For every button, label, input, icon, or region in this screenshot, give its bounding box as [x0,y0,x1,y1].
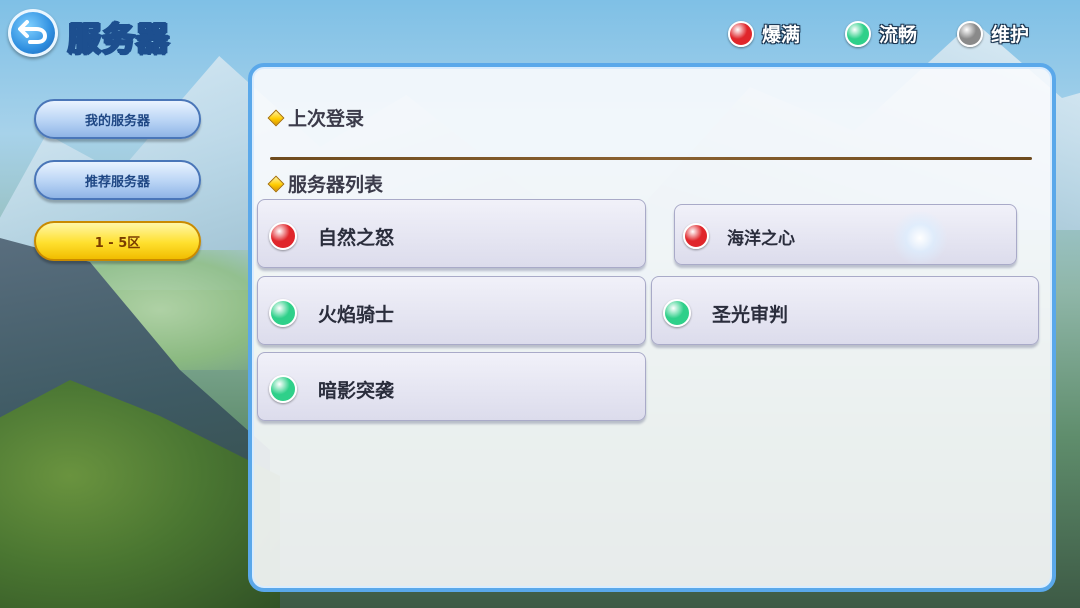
back-arrow-icon [18,18,48,48]
server-name: 圣光审判 [712,304,789,326]
legend-smooth: 流畅 [845,20,917,47]
sidebar-item-my-servers[interactable]: 我的服务器 [34,99,201,139]
server-name: 暗影突袭 [318,380,395,402]
server-card-flame-knight[interactable]: 火焰骑士 [257,276,646,345]
legend-label-full: 爆满 [762,24,801,46]
sidebar-item-zone-1-5[interactable]: 1 - 5区 [34,221,201,261]
section-divider [270,157,1032,160]
legend-full: 爆满 [728,20,800,47]
last-login-heading: 上次登录 [267,104,365,131]
gem-icon [267,175,285,192]
server-name: 海洋之心 [727,229,795,249]
server-card-ocean-heart[interactable]: 海洋之心 [674,204,1017,265]
status-dot-icon [663,299,691,327]
status-dot-icon [269,299,297,327]
server-list-label: 服务器列表 [288,174,384,196]
server-name: 自然之怒 [318,227,395,249]
gem-icon [267,109,285,126]
legend-label-smooth: 流畅 [879,24,918,46]
last-login-label: 上次登录 [288,108,365,130]
legend-label-maintenance: 维护 [991,24,1030,46]
grass-left [0,380,280,608]
status-dot-smooth-icon [845,20,871,47]
page-title: 服务器 [67,18,170,59]
server-card-shadow-raid[interactable]: 暗影突袭 [257,352,646,421]
status-dot-icon [269,222,297,250]
sidebar-item-recommended-servers[interactable]: 推荐服务器 [34,160,201,200]
status-dot-maintenance-icon [957,20,983,47]
server-card-natural-wrath[interactable]: 自然之怒 [257,199,646,268]
status-dot-icon [269,375,297,403]
server-list-heading: 服务器列表 [267,170,384,197]
legend-maintenance: 维护 [957,20,1029,47]
server-name: 火焰骑士 [318,304,395,326]
status-dot-icon [683,223,709,249]
server-card-holy-judgment[interactable]: 圣光审判 [651,276,1039,345]
back-button[interactable] [8,9,58,57]
status-dot-full-icon [728,20,754,47]
